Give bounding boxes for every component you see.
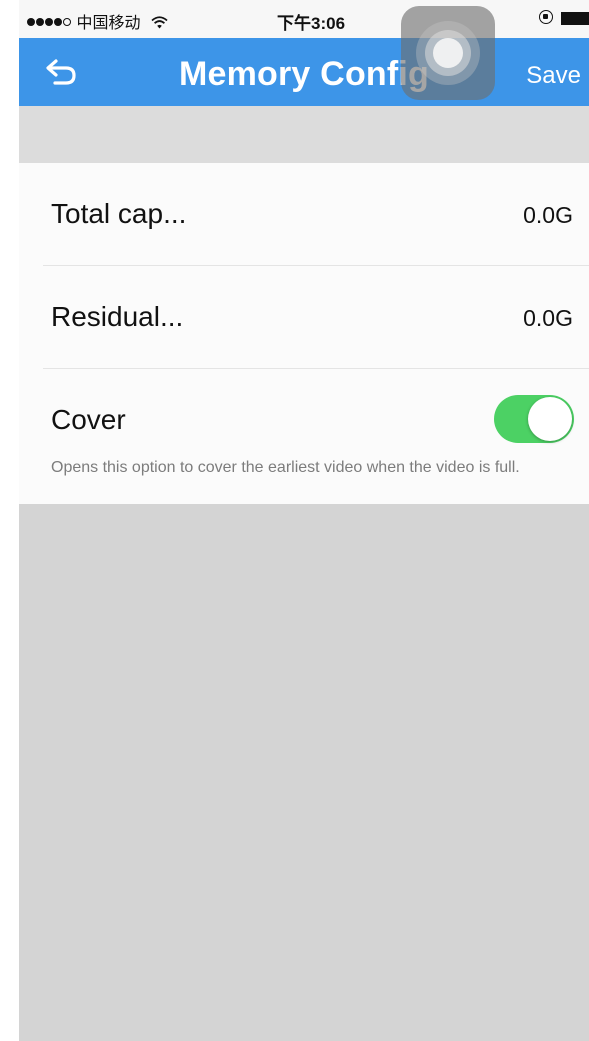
total-capacity-value: 0.0G [523, 202, 573, 228]
status-time: 下午3:06 [277, 14, 346, 33]
save-button[interactable]: Save [526, 62, 581, 90]
residual-capacity-label: Residual... [51, 301, 184, 332]
total-capacity-label: Total cap... [51, 198, 187, 229]
status-bar: 中国移动 下午3:06 [19, 0, 589, 38]
section-spacer [19, 106, 589, 163]
wifi-icon [151, 16, 168, 34]
signal-strength-icon [27, 15, 72, 32]
assistive-touch-icon[interactable] [401, 6, 495, 100]
carrier-info: 中国移动 [27, 9, 168, 34]
cover-description: Opens this option to cover the earliest … [51, 459, 520, 476]
residual-capacity-row[interactable]: Residual... 0.0G [19, 266, 589, 368]
phone-screen: 中国移动 下午3:06 Memory Config Save Total cap… [19, 0, 589, 1041]
page-title: Memory Config [178, 55, 430, 93]
toggle-knob [528, 397, 572, 441]
total-capacity-row[interactable]: Total cap... 0.0G [19, 163, 589, 265]
settings-list: Total cap... 0.0G Residual... 0.0G Cover… [19, 163, 589, 504]
battery-icon [561, 12, 589, 25]
cover-label: Cover [51, 404, 126, 435]
navigation-bar: Memory Config Save [19, 38, 589, 106]
carrier-name: 中国移动 [76, 15, 141, 32]
orientation-lock-icon [539, 10, 553, 24]
cover-toggle[interactable] [494, 395, 574, 443]
residual-capacity-value: 0.0G [523, 305, 573, 331]
